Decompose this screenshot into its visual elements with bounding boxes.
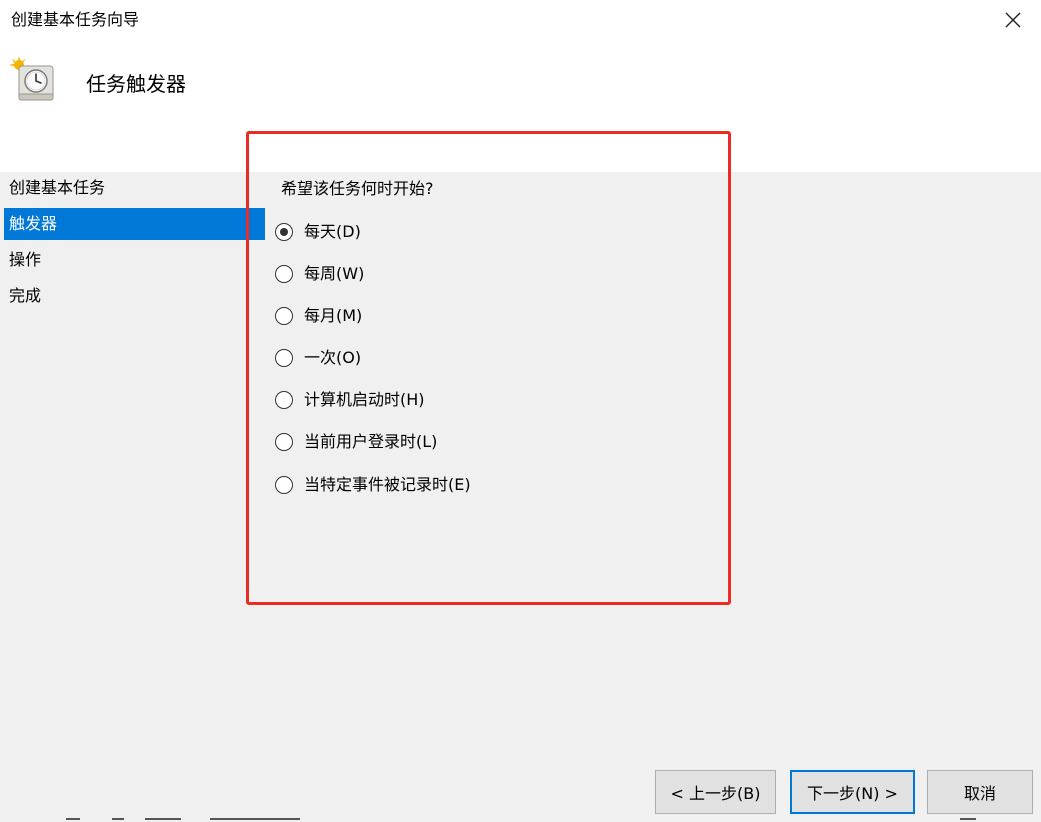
radio-label: 当特定事件被记录时(E) [304, 475, 471, 494]
radio-button[interactable] [275, 391, 293, 409]
radio-button[interactable] [275, 265, 293, 283]
edge-fragment [66, 818, 80, 820]
radio-label: 每周(W) [304, 264, 365, 283]
close-button[interactable] [995, 4, 1031, 36]
edge-fragment [960, 818, 976, 820]
radio-label: 一次(O) [304, 348, 362, 367]
radio-button[interactable] [275, 349, 293, 367]
nav-item-action[interactable]: 操作 [4, 244, 265, 276]
radio-option-daily[interactable]: 每天(D) [275, 219, 361, 245]
radio-option-weekly[interactable]: 每周(W) [275, 261, 364, 287]
window-title: 创建基本任务向导 [11, 10, 140, 29]
edge-fragment [112, 818, 124, 820]
radio-label: 计算机启动时(H) [304, 390, 425, 409]
cropped-bottom-edge [0, 818, 1041, 822]
radio-button[interactable] [275, 307, 293, 325]
clock-task-icon [9, 56, 54, 101]
radio-option-user-logon[interactable]: 当前用户登录时(L) [275, 429, 437, 455]
cancel-button[interactable]: 取消 [927, 770, 1033, 814]
radio-option-computer-start[interactable]: 计算机启动时(H) [275, 387, 425, 413]
radio-label: 当前用户登录时(L) [304, 432, 438, 451]
radio-option-once[interactable]: 一次(O) [275, 345, 361, 371]
page-title: 任务触发器 [86, 72, 186, 96]
content-panel: 创建基本任务 触发器 操作 完成 希望该任务何时开始? 每天(D) 每周(W) … [0, 172, 1041, 822]
trigger-question: 希望该任务何时开始? [281, 179, 434, 198]
radio-option-event-logged[interactable]: 当特定事件被记录时(E) [275, 472, 471, 498]
radio-label: 每月(M) [304, 306, 363, 325]
radio-label: 每天(D) [304, 222, 361, 241]
back-button[interactable]: < 上一步(B) [655, 770, 776, 814]
radio-button[interactable] [275, 433, 293, 451]
next-button[interactable]: 下一步(N) > [790, 770, 915, 814]
title-bar: 创建基本任务向导 [0, 0, 1041, 40]
nav-item-create-basic-task[interactable]: 创建基本任务 [4, 172, 265, 204]
nav-item-trigger[interactable]: 触发器 [4, 208, 265, 240]
close-icon [1005, 12, 1021, 28]
nav-item-finish[interactable]: 完成 [4, 280, 265, 312]
radio-button[interactable] [275, 476, 293, 494]
create-basic-task-wizard: 创建基本任务向导 任务触发器 创建基本任务 触发器 操作 完成 希望该任务何时开… [0, 0, 1041, 822]
edge-fragment [145, 818, 181, 820]
radio-selected-dot [280, 228, 288, 236]
radio-button[interactable] [275, 223, 293, 241]
edge-fragment [210, 818, 300, 820]
radio-option-monthly[interactable]: 每月(M) [275, 303, 362, 329]
